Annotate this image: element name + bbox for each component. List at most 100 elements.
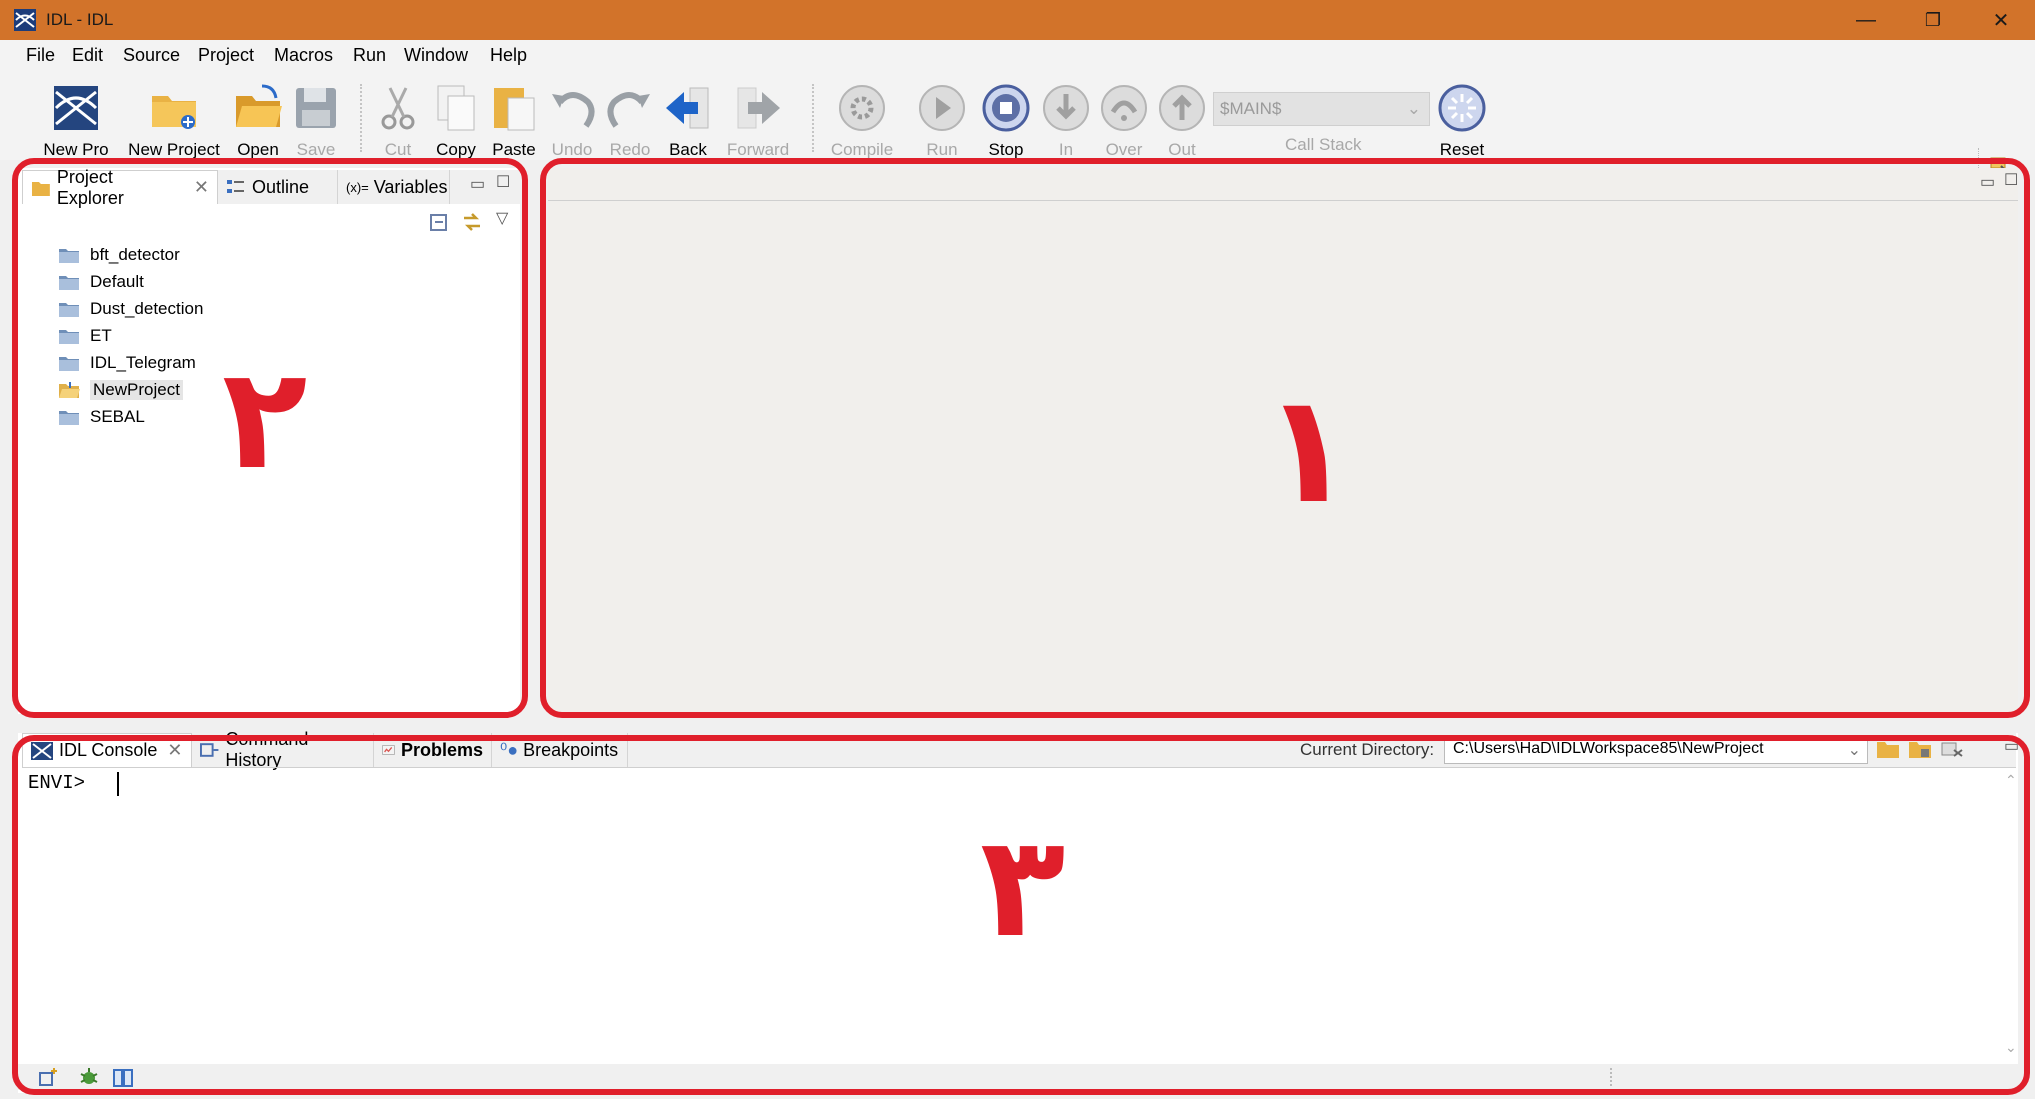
idl-logo-icon — [54, 86, 98, 130]
forward-button[interactable]: Forward — [724, 82, 792, 160]
lock-folder-icon[interactable] — [1908, 738, 1932, 760]
save-button[interactable]: Save — [290, 82, 342, 160]
list-item[interactable]: Dust_detection — [58, 296, 203, 322]
clear-console-icon[interactable] — [1940, 738, 1964, 760]
folder-icon — [59, 276, 79, 290]
menu-edit[interactable]: Edit — [72, 45, 103, 66]
minimize-view-icon[interactable]: ▭ — [470, 174, 485, 194]
copy-button[interactable]: Copy — [430, 82, 482, 160]
call-stack-label: Call Stack — [1285, 135, 1362, 154]
menu-help[interactable]: Help — [490, 45, 527, 66]
close-tab-icon[interactable]: ✕ — [194, 177, 209, 198]
restore-button[interactable]: ❐ — [1910, 6, 1956, 34]
undo-button[interactable]: Undo — [546, 82, 598, 160]
book-icon[interactable] — [112, 1066, 134, 1088]
back-arrow-icon — [666, 87, 709, 129]
gear-icon — [839, 85, 885, 131]
menu-window[interactable]: Window — [404, 45, 468, 66]
list-item[interactable]: IDL_Telegram — [58, 350, 196, 376]
browse-folder-icon[interactable] — [1876, 738, 1900, 760]
toolbar-separator — [360, 84, 362, 152]
link-with-editor-icon[interactable] — [460, 210, 484, 234]
main-toolbar: New Pro New Project Open Save Cut Copy P… — [0, 70, 2035, 188]
console-scrollbar[interactable]: ⌃ ⌄ — [2001, 770, 2021, 1060]
menu-file[interactable]: File — [26, 45, 55, 66]
folder-icon — [59, 411, 79, 425]
play-icon — [919, 85, 965, 131]
current-directory-field[interactable]: C:\Users\HaD\IDLWorkspace85\NewProject ⌄ — [1444, 736, 1868, 764]
stop-button[interactable]: Stop — [980, 82, 1032, 160]
idl-console-icon — [31, 741, 53, 760]
window-title: IDL - IDL — [46, 10, 114, 29]
annotation-one: ١ — [1262, 363, 1354, 537]
reset-button[interactable]: Reset — [1436, 82, 1488, 160]
scroll-down-icon[interactable]: ⌄ — [2005, 1039, 2017, 1056]
forward-arrow-icon — [737, 87, 780, 129]
tab-variables[interactable]: (x)= Variables — [338, 170, 450, 204]
open-project-folder-icon — [59, 382, 80, 398]
menu-run[interactable]: Run — [353, 45, 386, 66]
menu-project[interactable]: Project — [198, 45, 254, 66]
annotation-two: ٢ — [222, 338, 308, 501]
folder-icon — [59, 249, 79, 263]
menu-source[interactable]: Source — [123, 45, 180, 66]
undo-icon — [552, 92, 595, 128]
close-tab-icon[interactable]: ✕ — [167, 740, 182, 761]
step-over-button[interactable]: Over — [1098, 82, 1150, 160]
status-separator — [1610, 1068, 1612, 1086]
cut-button[interactable]: Cut — [372, 82, 424, 160]
title-bar: IDL - IDL — ❐ ✕ — [0, 0, 2035, 40]
status-bar — [18, 1064, 2018, 1090]
chevron-down-icon: ⌄ — [1406, 99, 1421, 118]
tab-problems[interactable]: Problems — [374, 733, 492, 767]
paste-button[interactable]: Paste — [488, 82, 540, 160]
new-folder-icon — [152, 96, 196, 129]
list-item[interactable]: ET — [58, 323, 112, 349]
folder-icon — [59, 303, 79, 317]
view-menu-icon[interactable]: ▽ — [496, 208, 508, 228]
history-icon — [200, 743, 219, 757]
paste-icon — [494, 88, 535, 131]
debug-bug-icon[interactable] — [78, 1066, 100, 1088]
open-folder-icon — [236, 84, 282, 127]
step-over-icon — [1101, 85, 1147, 131]
scissors-icon — [381, 87, 415, 130]
tab-idl-console[interactable]: IDL Console ✕ — [22, 733, 192, 767]
redo-button[interactable]: Redo — [604, 82, 656, 160]
step-out-button[interactable]: Out — [1156, 82, 1208, 160]
minimize-console-icon[interactable]: ▭ — [2004, 736, 2019, 756]
list-item[interactable]: Default — [58, 269, 144, 295]
idl-app-icon — [14, 9, 36, 31]
back-button[interactable]: Back — [662, 82, 714, 160]
list-item[interactable]: bft_detector — [58, 242, 180, 268]
redo-icon — [607, 92, 650, 128]
tab-project-explorer[interactable]: Project Explorer ✕ — [22, 167, 218, 208]
call-stack-select[interactable]: $MAIN$ ⌄ — [1213, 92, 1430, 126]
maximize-editor-icon[interactable]: ☐ — [2004, 170, 2018, 190]
menu-macros[interactable]: Macros — [274, 45, 333, 66]
run-button[interactable]: Run — [916, 82, 968, 160]
close-button[interactable]: ✕ — [1978, 6, 2024, 34]
open-button[interactable]: Open — [232, 82, 284, 160]
step-in-button[interactable]: In — [1040, 82, 1092, 160]
tab-outline[interactable]: Outline — [218, 170, 338, 204]
new-project-button[interactable]: New Project — [122, 82, 226, 160]
chevron-down-icon: ⌄ — [1847, 742, 1861, 759]
maximize-view-icon[interactable]: ☐ — [496, 172, 510, 192]
tab-command-history[interactable]: Command History — [192, 729, 374, 770]
new-view-icon[interactable] — [38, 1067, 60, 1087]
left-panel-tabs: Project Explorer ✕ Outline (x)= Variable… — [22, 167, 520, 208]
step-out-icon — [1159, 85, 1205, 131]
list-item[interactable]: SEBAL — [58, 404, 145, 430]
collapse-all-icon[interactable] — [428, 212, 450, 234]
scroll-up-icon[interactable]: ⌃ — [2005, 772, 2017, 789]
copy-icon — [437, 85, 475, 131]
tab-breakpoints[interactable]: ⁰● Breakpoints — [492, 733, 628, 767]
annotation-three: ٣ — [980, 806, 1066, 969]
minimize-editor-icon[interactable]: ▭ — [1980, 172, 1995, 192]
new-pro-button[interactable]: New Pro — [40, 82, 112, 160]
variables-icon: (x)= — [346, 179, 369, 195]
list-item[interactable]: NewProject — [58, 377, 183, 403]
compile-button[interactable]: Compile — [826, 82, 898, 160]
minimize-button[interactable]: — — [1843, 6, 1889, 34]
